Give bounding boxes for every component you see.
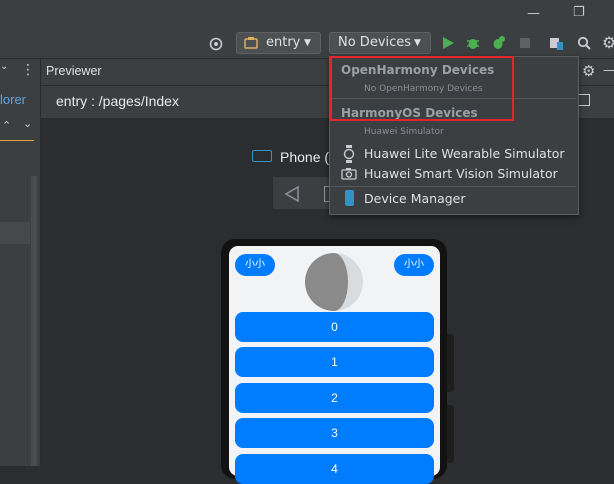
divider	[330, 186, 576, 187]
side-button	[447, 405, 454, 463]
settings-icon[interactable]: ⚙	[582, 62, 595, 80]
target-icon[interactable]	[209, 37, 223, 51]
module-label: entry	[266, 35, 301, 50]
settings-icon[interactable]: ⚙	[602, 33, 614, 52]
more-options-icon[interactable]: ⋮	[21, 62, 35, 78]
chevron-down-icon: ▼	[304, 38, 311, 48]
attach-debugger-icon[interactable]	[491, 36, 505, 50]
phone-icon	[252, 150, 272, 162]
highlight-box	[330, 56, 514, 121]
device-select[interactable]: No Devices ▼	[329, 32, 431, 54]
restore-icon[interactable]: ❐	[573, 5, 585, 20]
minimize-panel-icon[interactable]: —	[603, 63, 614, 78]
device-profile-label[interactable]: Phone (	[280, 149, 329, 165]
chevron-up-icon[interactable]: ⌃	[2, 119, 11, 132]
chevron-down-icon[interactable]: ⌄	[0, 61, 8, 72]
watch-icon	[343, 145, 355, 163]
scrollbar[interactable]	[31, 176, 37, 466]
chevron-down-icon: ▼	[414, 38, 421, 48]
active-indicator	[0, 140, 34, 141]
side-button	[447, 334, 454, 392]
project-explorer-tab[interactable]: lorer	[0, 92, 26, 107]
selected-row[interactable]	[0, 222, 30, 244]
module-select[interactable]: entry ▼	[236, 32, 321, 54]
run-icon[interactable]	[441, 36, 455, 50]
device-manager-option[interactable]: Device Manager	[364, 191, 466, 206]
device-option-smart-vision[interactable]: Huawei Smart Vision Simulator	[364, 166, 558, 181]
search-icon[interactable]	[577, 36, 591, 50]
device-option-wearable[interactable]: Huawei Lite Wearable Simulator	[364, 146, 565, 161]
page-path: entry : /pages/Index	[56, 93, 179, 109]
list-item[interactable]: 1	[235, 347, 434, 377]
device-manager-icon[interactable]	[549, 36, 563, 50]
previewer-title: Previewer	[46, 64, 102, 78]
list-item[interactable]: 2	[235, 383, 434, 413]
list-item[interactable]: 3	[235, 418, 434, 448]
phone-device-icon	[345, 190, 354, 206]
title-bar	[0, 0, 614, 30]
moon-image	[305, 253, 363, 311]
device-label: No Devices	[338, 35, 412, 50]
left-app-button[interactable]: 小小	[235, 254, 275, 276]
back-icon[interactable]	[283, 185, 301, 203]
expand-icon[interactable]	[578, 94, 590, 106]
chevron-down-icon[interactable]: ⌄	[23, 117, 32, 130]
module-icon	[244, 37, 258, 49]
stop-icon[interactable]	[518, 36, 532, 50]
debug-icon[interactable]	[466, 36, 480, 50]
camera-icon	[341, 168, 357, 180]
list-item[interactable]: 4	[235, 454, 434, 484]
right-app-button[interactable]: 小小	[394, 254, 434, 276]
minimize-icon[interactable]: —	[527, 6, 540, 21]
list-item[interactable]: 0	[235, 312, 434, 342]
group-note-harmonyos: Huawei Simulator	[364, 127, 444, 137]
